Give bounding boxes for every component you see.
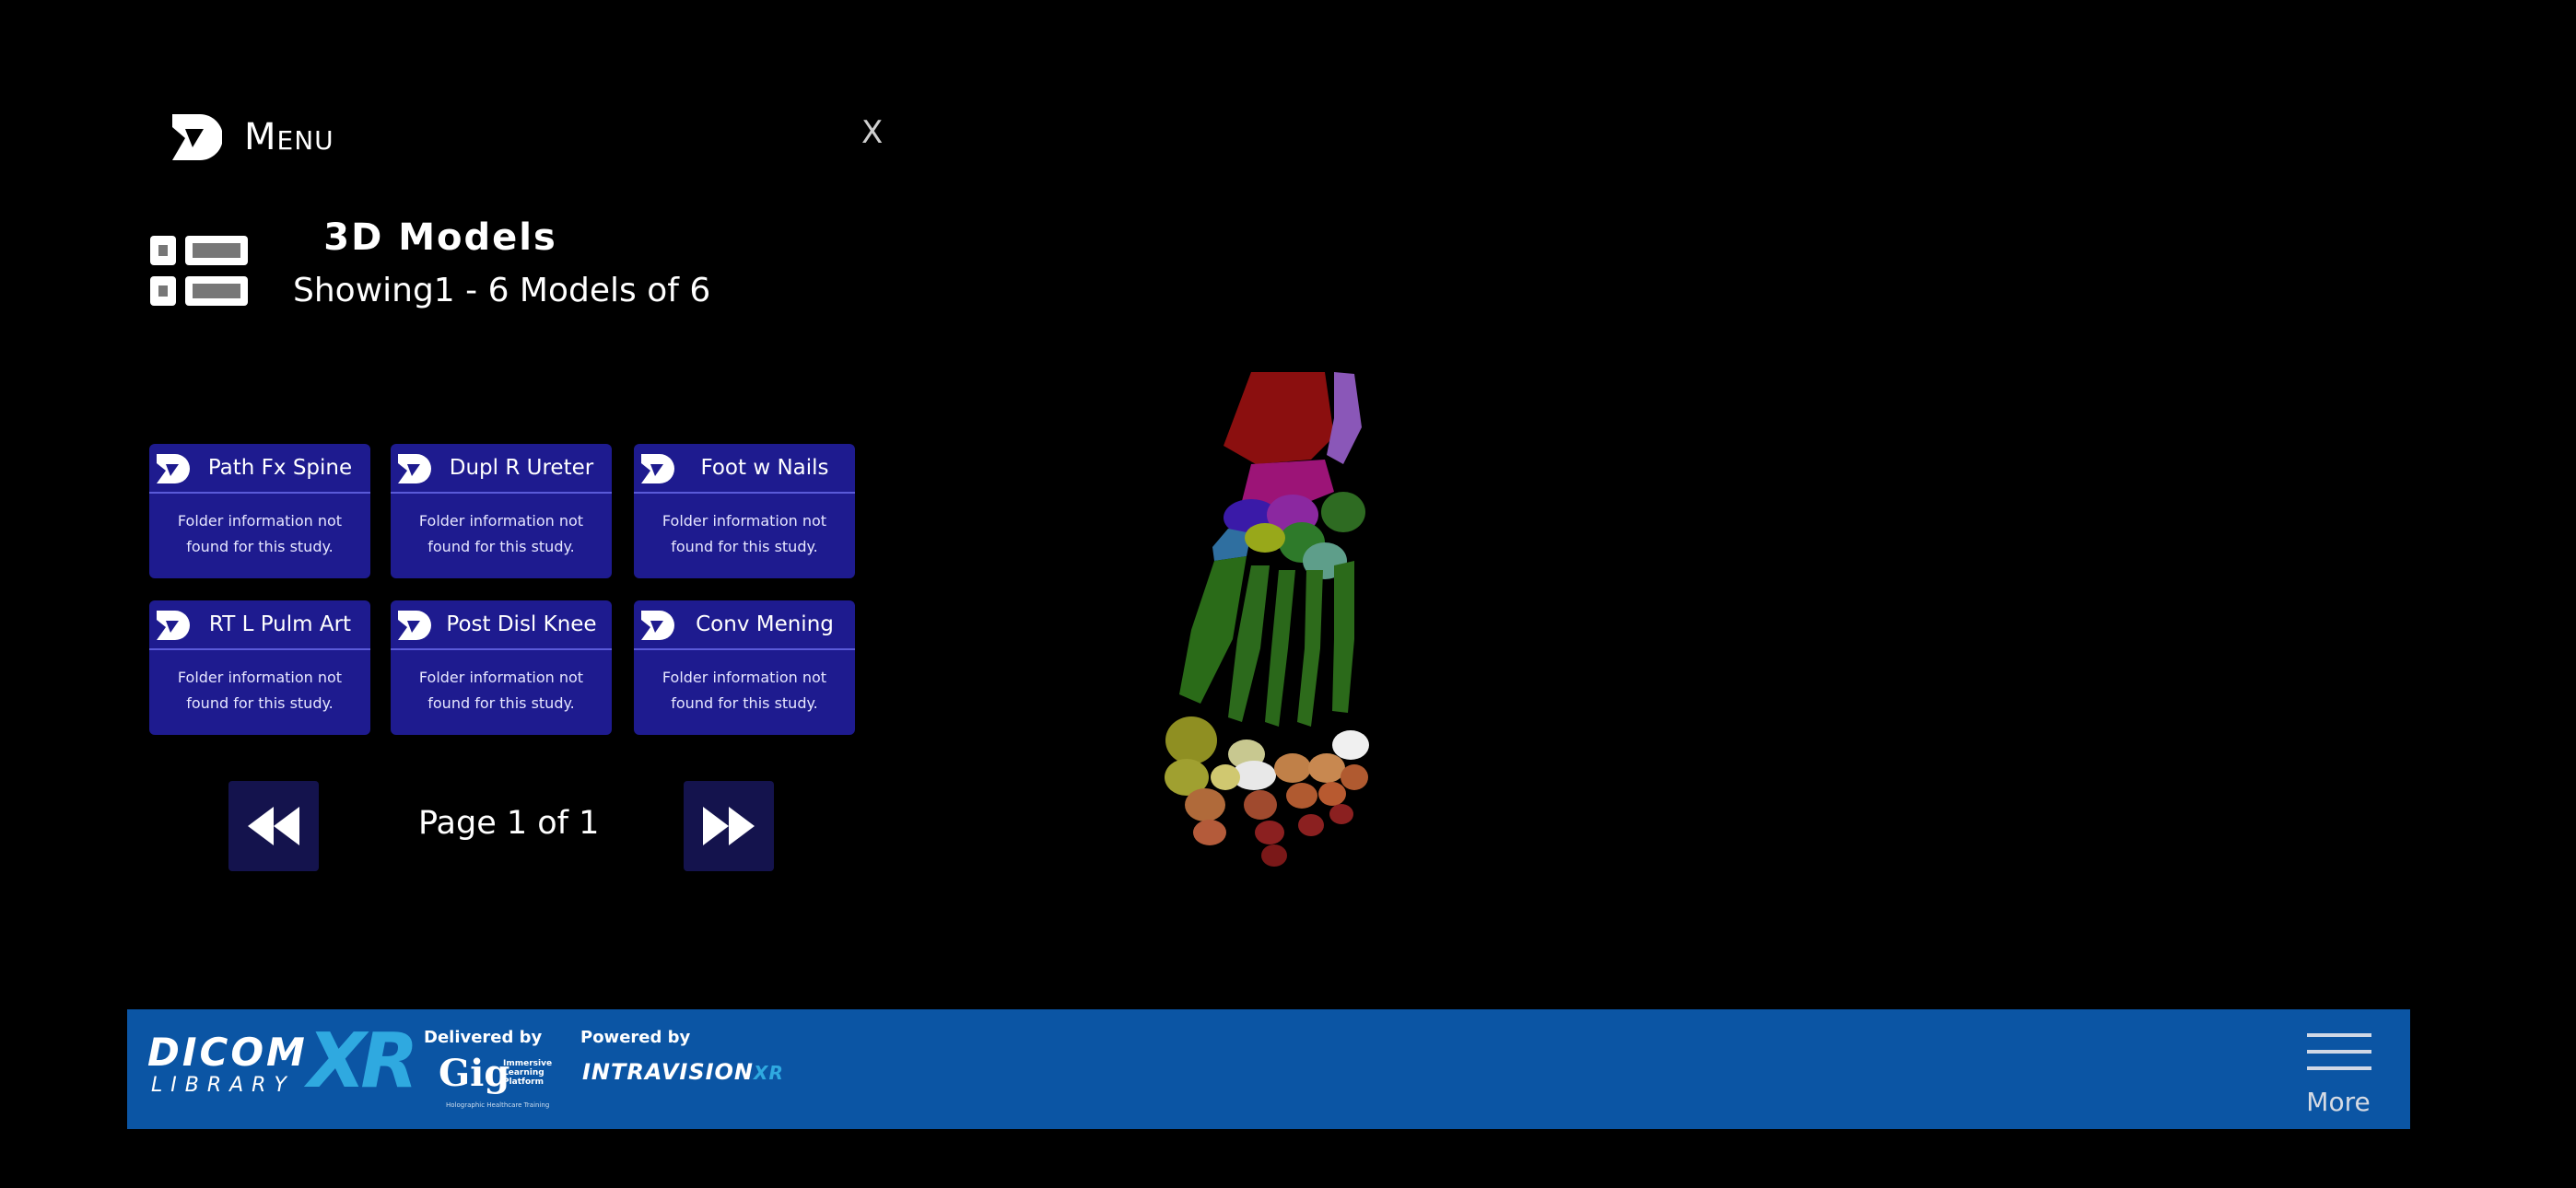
gig-logo: Gig — [439, 1052, 510, 1095]
hamburger-icon — [2307, 1033, 2371, 1083]
rewind-icon — [248, 807, 299, 845]
powered-by-label: Powered by — [580, 1028, 691, 1047]
card-header: Conv Mening — [634, 600, 855, 650]
card-info: Folder information not found for this st… — [177, 669, 343, 712]
card-header: Post Disl Knee — [391, 600, 612, 650]
dicom-logo-icon — [172, 114, 222, 160]
card-header: RT L Pulm Art — [149, 600, 370, 650]
foot-3d-model[interactable] — [1113, 372, 1574, 971]
card-info: Folder information not found for this st… — [177, 512, 343, 555]
grid-view-icon[interactable] — [150, 230, 248, 309]
delivered-by-label: Delivered by — [424, 1028, 543, 1047]
brand-xr: XR — [308, 1018, 418, 1105]
brand-library: LIBRARY — [151, 1074, 295, 1097]
close-menu-button[interactable]: X — [861, 114, 883, 151]
card-title: Path Fx Spine — [207, 456, 353, 480]
card-info: Folder information not found for this st… — [418, 669, 584, 712]
gig-logo-subtitle: Immersive Learning Platform — [503, 1059, 553, 1087]
brand-dicom: DICOM — [147, 1030, 308, 1075]
dicom-logo-icon — [398, 611, 431, 640]
menu-header: Menu X — [169, 101, 943, 175]
card-title: Dupl R Ureter — [449, 456, 594, 480]
fast-forward-icon — [703, 807, 755, 845]
next-page-button[interactable] — [684, 781, 774, 871]
model-card[interactable]: Path Fx Spine Folder information not fou… — [149, 444, 370, 578]
results-count: Showing1 - 6 Models of 6 — [293, 272, 711, 309]
card-title: Foot w Nails — [700, 456, 829, 480]
dicom-logo-icon — [641, 611, 674, 640]
intravision-xr: XR — [754, 1062, 784, 1084]
dicom-logo-icon — [641, 454, 674, 483]
model-card[interactable]: Foot w Nails Folder information not foun… — [634, 444, 855, 578]
card-info: Folder information not found for this st… — [662, 512, 827, 555]
app-window: Menu X 3D Models Showing1 - 6 Models of … — [127, 74, 2410, 1129]
page-indicator: Page 1 of 1 — [418, 805, 600, 842]
3d-viewport[interactable]: Menu X 3D Models Showing1 - 6 Models of … — [127, 74, 2410, 1009]
card-title: RT L Pulm Art — [208, 612, 352, 636]
model-card[interactable]: Post Disl Knee Folder information not fo… — [391, 600, 612, 735]
card-title: Conv Mening — [696, 612, 834, 636]
card-header: Dupl R Ureter — [391, 444, 612, 494]
dicom-logo-icon — [157, 611, 190, 640]
more-label: More — [2306, 1087, 2371, 1117]
card-header: Foot w Nails — [634, 444, 855, 494]
card-title: Post Disl Knee — [446, 612, 597, 636]
previous-page-button[interactable] — [228, 781, 319, 871]
model-card[interactable]: Dupl R Ureter Folder information not fou… — [391, 444, 612, 578]
card-info: Folder information not found for this st… — [662, 669, 827, 712]
section-title: 3D Models — [323, 216, 557, 259]
gig-tagline: Holographic Healthcare Training — [446, 1101, 550, 1109]
dicom-logo-icon — [157, 454, 190, 483]
intravision-text: INTRAVISION — [582, 1059, 755, 1085]
model-card[interactable]: RT L Pulm Art Folder information not fou… — [149, 600, 370, 735]
card-info: Folder information not found for this st… — [418, 512, 584, 555]
menu-title: Menu — [244, 116, 334, 158]
more-menu-button[interactable]: More — [2301, 1033, 2375, 1117]
bottom-bar: DICOM LIBRARY XR Delivered by Gig Immers… — [127, 1009, 2410, 1129]
model-card[interactable]: Conv Mening Folder information not found… — [634, 600, 855, 735]
card-header: Path Fx Spine — [149, 444, 370, 494]
dicom-logo-icon — [398, 454, 431, 483]
intravision-logo: INTRAVISIONXR — [582, 1059, 784, 1085]
